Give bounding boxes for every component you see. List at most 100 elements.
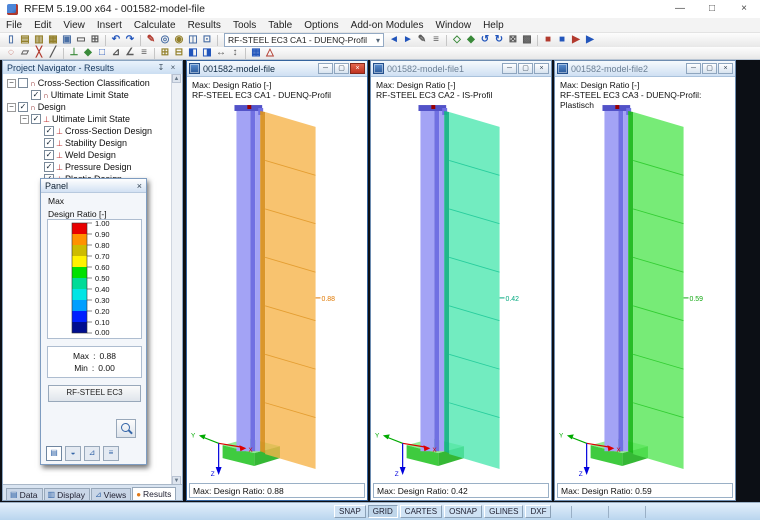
window-titlebar[interactable]: 001582-model-file ─ ▢ × xyxy=(187,61,367,77)
maximize-button[interactable]: □ xyxy=(696,0,728,18)
cartes-toggle[interactable]: CARTES xyxy=(399,505,443,518)
tab-data[interactable]: ▤ Data xyxy=(6,488,43,500)
checkbox-unchecked[interactable] xyxy=(18,78,28,88)
grid-icon[interactable]: ▩ xyxy=(520,34,534,46)
snap-toggle[interactable]: SNAP xyxy=(334,505,366,518)
tables-icon[interactable]: ⊡ xyxy=(200,34,214,46)
clipping-icon[interactable]: ⊠ xyxy=(506,34,520,46)
menu-calculate[interactable]: Calculate xyxy=(128,20,182,31)
fit-height-icon[interactable]: ↕ xyxy=(228,47,242,59)
menu-addon-modules[interactable]: Add-on Modules xyxy=(345,20,430,31)
module-c-icon[interactable]: ▶ xyxy=(569,34,583,46)
select-icon[interactable]: ◌ xyxy=(4,47,18,59)
archive-icon[interactable]: ▦ xyxy=(46,34,60,46)
edit-case-icon[interactable]: ✎ xyxy=(415,34,429,46)
tree-item-cross-section-design[interactable]: ✓ ⊥ Cross-Section Design xyxy=(7,125,182,137)
collapse-icon[interactable]: − xyxy=(7,78,16,88)
tree-item-weld-design[interactable]: ✓ ⊥ Weld Design xyxy=(7,149,182,161)
checkbox-checked[interactable]: ✓ xyxy=(44,162,54,172)
checkbox-checked[interactable]: ✓ xyxy=(31,114,41,124)
recalculate-icon[interactable]: ↺ xyxy=(478,34,492,46)
osnap-toggle[interactable]: OSNAP xyxy=(444,505,483,518)
panel-zoom-button[interactable] xyxy=(116,419,136,438)
navigator-close-icon[interactable]: × xyxy=(168,63,178,72)
prev-case-icon[interactable]: ◄ xyxy=(387,34,401,46)
line-icon[interactable]: ╱ xyxy=(46,47,60,59)
tab-views[interactable]: ⊿ Views xyxy=(90,488,132,500)
tree-item-cross-section-classification[interactable]: − ∩ Cross-Section Classification xyxy=(7,77,182,89)
half-right-icon[interactable]: ◨ xyxy=(200,47,214,59)
module-d-icon[interactable]: ▶ xyxy=(583,34,597,46)
new-file-icon[interactable]: ▯ xyxy=(4,34,18,46)
model-viewport[interactable]: 0.88 Y X Z xyxy=(187,101,367,479)
window-titlebar[interactable]: 001582-model-file2 ─ ▢ × xyxy=(555,61,735,77)
panel-tab-views[interactable]: ⊿ xyxy=(84,446,100,461)
dxf-toggle[interactable]: DXF xyxy=(525,505,552,518)
node-icon[interactable]: ◆ xyxy=(81,47,95,59)
menu-view[interactable]: View xyxy=(57,20,91,31)
list-icon[interactable]: ≡ xyxy=(137,47,151,59)
edit-icon[interactable]: ✎ xyxy=(144,34,158,46)
angle-icon[interactable]: ∠ xyxy=(123,47,137,59)
tree-item-pressure-design[interactable]: ✓ ⊥ Pressure Design xyxy=(7,161,182,173)
pin-icon[interactable]: ↧ xyxy=(156,63,166,72)
menu-options[interactable]: Options xyxy=(298,20,344,31)
print-icon[interactable]: ▭ xyxy=(74,34,88,46)
render-mode-icon[interactable]: ◉ xyxy=(172,34,186,46)
result-values-icon[interactable]: ◆ xyxy=(464,34,478,46)
window-restore-button[interactable]: ▢ xyxy=(334,63,349,74)
checkbox-checked[interactable]: ✓ xyxy=(18,102,28,112)
window-close-button[interactable]: × xyxy=(534,63,549,74)
window-close-button[interactable]: × xyxy=(350,63,365,74)
remove-icon[interactable]: ⊟ xyxy=(172,47,186,59)
window-minimize-button[interactable]: ─ xyxy=(686,63,701,74)
window-minimize-button[interactable]: ─ xyxy=(502,63,517,74)
model-viewport[interactable]: 0.42 Y X Z xyxy=(371,101,551,479)
window-minimize-button[interactable]: ─ xyxy=(318,63,333,74)
panel-tab-color-scale[interactable]: ▤ xyxy=(46,446,62,461)
refresh-icon[interactable]: ↻ xyxy=(492,34,506,46)
menu-tools[interactable]: Tools xyxy=(227,20,262,31)
module-button[interactable]: RF-STEEL EC3 xyxy=(48,385,141,402)
tree-item-design[interactable]: − ✓ ∩ Design xyxy=(7,101,182,113)
model-viewport[interactable]: 0.59 Y X Z xyxy=(555,101,735,479)
copy-icon[interactable]: ⊞ xyxy=(88,34,102,46)
open-project-icon[interactable]: ▤ xyxy=(18,34,32,46)
mesh-icon[interactable]: ▦ xyxy=(249,47,263,59)
select-window-icon[interactable]: ▱ xyxy=(18,47,32,59)
panel-tab-layers[interactable]: ≡ xyxy=(103,446,119,461)
triangle-icon[interactable]: △ xyxy=(263,47,277,59)
window-close-button[interactable]: × xyxy=(718,63,733,74)
case-list-icon[interactable]: ≡ xyxy=(429,34,443,46)
checkbox-checked[interactable]: ✓ xyxy=(44,150,54,160)
window-restore-button[interactable]: ▢ xyxy=(702,63,717,74)
undo-icon[interactable]: ↶ xyxy=(109,34,123,46)
tab-results[interactable]: ● Results xyxy=(132,487,177,500)
tree-item-stability-design[interactable]: ✓ ⊥ Stability Design xyxy=(7,137,182,149)
navigator-scrollbar[interactable]: ▲ ▼ xyxy=(171,74,182,485)
surface-icon[interactable]: □ xyxy=(95,47,109,59)
collapse-icon[interactable]: − xyxy=(7,102,16,112)
panel-tab-factors[interactable]: ◒ xyxy=(65,446,81,461)
tree-item-uls-classification[interactable]: ✓ ∩ Ultimate Limit State xyxy=(7,89,182,101)
view-split-icon[interactable]: ◫ xyxy=(186,34,200,46)
minimize-button[interactable]: — xyxy=(664,0,696,18)
menu-results[interactable]: Results xyxy=(182,20,227,31)
redo-icon[interactable]: ↷ xyxy=(123,34,137,46)
menu-window[interactable]: Window xyxy=(430,20,478,31)
load-case-selector[interactable]: RF-STEEL EC3 CA1 - DUENQ-Profil ▾ xyxy=(224,33,384,47)
module-b-icon[interactable]: ■ xyxy=(555,34,569,46)
collapse-icon[interactable]: − xyxy=(20,114,29,124)
zoom-icon[interactable]: ◎ xyxy=(158,34,172,46)
menu-file[interactable]: File xyxy=(0,20,28,31)
add-icon[interactable]: ⊞ xyxy=(158,47,172,59)
show-results-icon[interactable]: ◇ xyxy=(450,34,464,46)
menu-insert[interactable]: Insert xyxy=(91,20,128,31)
menu-edit[interactable]: Edit xyxy=(28,20,57,31)
menu-table[interactable]: Table xyxy=(262,20,298,31)
checkbox-checked[interactable]: ✓ xyxy=(44,138,54,148)
glines-toggle[interactable]: GLINES xyxy=(484,505,524,518)
checkbox-checked[interactable]: ✓ xyxy=(31,90,41,100)
solid-icon[interactable]: ⊿ xyxy=(109,47,123,59)
open-model-icon[interactable]: ▥ xyxy=(32,34,46,46)
